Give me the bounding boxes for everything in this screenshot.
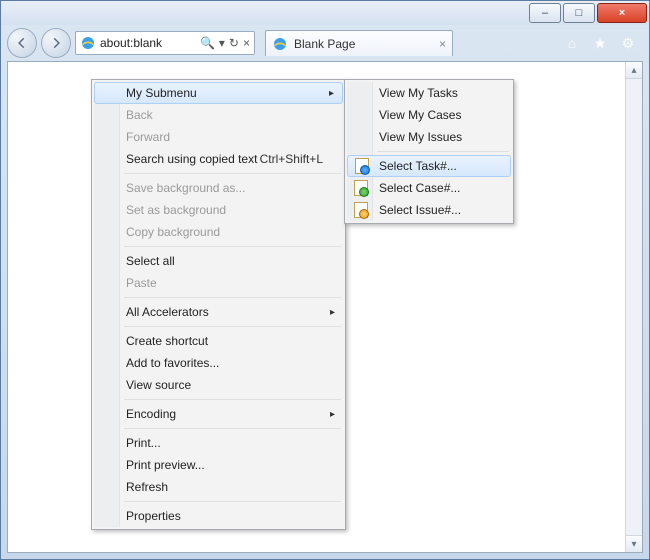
menu-item-refresh[interactable]: Refresh (94, 476, 343, 498)
back-button[interactable] (7, 28, 37, 58)
menu-label: Refresh (126, 480, 168, 494)
menu-item-forward: Forward (94, 126, 343, 148)
tab-close-icon[interactable]: × (439, 37, 446, 51)
home-icon[interactable]: ⌂ (563, 34, 581, 52)
menu-label: Forward (126, 130, 170, 144)
close-icon: × (619, 8, 625, 19)
submenu-item-select-task[interactable]: Select Task#... (347, 155, 511, 177)
menu-item-properties[interactable]: Properties (94, 505, 343, 527)
submenu-item-my-tasks[interactable]: View My Tasks (347, 82, 511, 104)
menu-label: Create shortcut (126, 334, 208, 348)
menu-item-print-preview[interactable]: Print preview... (94, 454, 343, 476)
menu-separator (124, 399, 341, 400)
forward-button[interactable] (41, 28, 71, 58)
menu-label: Set as background (126, 203, 226, 217)
menu-separator (124, 501, 341, 502)
tab-icon (272, 36, 288, 52)
address-controls: 🔍 ▾ ↻ × (200, 36, 250, 50)
case-icon (352, 179, 370, 197)
search-icon[interactable]: 🔍 (200, 36, 215, 50)
address-bar[interactable]: about:blank 🔍 ▾ ↻ × (75, 31, 255, 55)
menu-separator (124, 173, 341, 174)
menu-label: Properties (126, 509, 181, 523)
minimize-icon: – (542, 8, 548, 19)
menu-label: Paste (126, 276, 157, 290)
menu-label: Select all (126, 254, 175, 268)
menu-separator (124, 428, 341, 429)
menu-item-all-accelerators[interactable]: All Accelerators ▸ (94, 301, 343, 323)
tab-title: Blank Page (294, 37, 355, 51)
submenu-item-select-case[interactable]: Select Case#... (347, 177, 511, 199)
forward-arrow-icon (49, 36, 63, 50)
task-icon (353, 157, 371, 175)
menu-item-search-copied[interactable]: Search using copied text Ctrl+Shift+L (94, 148, 343, 170)
menu-label: View My Issues (379, 130, 462, 144)
menu-label: All Accelerators (126, 305, 209, 319)
navigation-toolbar: about:blank 🔍 ▾ ↻ × Blank Page × ⌂ ★ ⚙ (1, 25, 649, 61)
window-buttons: – □ × (527, 3, 647, 23)
minimize-button[interactable]: – (529, 3, 561, 23)
titlebar: – □ × (1, 1, 649, 25)
menu-label: Select Task#... (379, 159, 457, 173)
back-arrow-icon (15, 36, 29, 50)
menu-item-create-shortcut[interactable]: Create shortcut (94, 330, 343, 352)
scroll-up-icon[interactable]: ▴ (626, 62, 642, 79)
menu-item-encoding[interactable]: Encoding ▸ (94, 403, 343, 425)
refresh-icon[interactable]: ↻ (229, 36, 239, 50)
menu-label: View source (126, 378, 191, 392)
menu-item-select-all[interactable]: Select all (94, 250, 343, 272)
menu-label: View My Tasks (379, 86, 458, 100)
menu-label: Add to favorites... (126, 356, 219, 370)
menu-label: Encoding (126, 407, 176, 421)
submenu-item-select-issue[interactable]: Select Issue#... (347, 199, 511, 221)
tools-icon[interactable]: ⚙ (619, 34, 637, 52)
menu-label: Back (126, 108, 153, 122)
menu-item-add-favorites[interactable]: Add to favorites... (94, 352, 343, 374)
submenu-arrow-icon: ▸ (330, 307, 335, 318)
menu-separator (124, 297, 341, 298)
submenu-arrow-icon: ▸ (330, 409, 335, 420)
address-text: about:blank (100, 36, 196, 50)
maximize-icon: □ (576, 8, 583, 19)
menu-label: Select Case#... (379, 181, 460, 195)
menu-item-back: Back (94, 104, 343, 126)
command-bar: ⌂ ★ ⚙ (563, 34, 643, 52)
scroll-down-icon[interactable]: ▾ (626, 535, 642, 552)
menu-label: My Submenu (126, 86, 197, 100)
menu-label: Print preview... (126, 458, 205, 472)
menu-label: Print... (126, 436, 161, 450)
my-submenu: View My Tasks View My Cases View My Issu… (344, 79, 514, 224)
dropdown-icon[interactable]: ▾ (219, 36, 225, 50)
issue-icon (352, 201, 370, 219)
favorites-icon[interactable]: ★ (591, 34, 609, 52)
maximize-button[interactable]: □ (563, 3, 595, 23)
ie-logo-icon (80, 35, 96, 51)
menu-item-save-bg: Save background as... (94, 177, 343, 199)
menu-label: Search using copied text (126, 152, 257, 166)
submenu-item-my-issues[interactable]: View My Issues (347, 126, 511, 148)
vertical-scrollbar[interactable]: ▴ ▾ (625, 62, 642, 552)
menu-item-my-submenu[interactable]: My Submenu ▸ (94, 82, 343, 104)
close-button[interactable]: × (597, 3, 647, 23)
menu-shortcut: Ctrl+Shift+L (260, 152, 323, 166)
menu-item-print[interactable]: Print... (94, 432, 343, 454)
menu-separator (124, 326, 341, 327)
context-menu: My Submenu ▸ Back Forward Search using c… (91, 79, 346, 530)
tab-blank-page[interactable]: Blank Page × (265, 30, 453, 56)
menu-item-view-source[interactable]: View source (94, 374, 343, 396)
menu-item-set-bg: Set as background (94, 199, 343, 221)
menu-label: Save background as... (126, 181, 245, 195)
stop-icon[interactable]: × (243, 36, 250, 50)
menu-label: Select Issue#... (379, 203, 461, 217)
menu-item-copy-bg: Copy background (94, 221, 343, 243)
menu-separator (377, 151, 509, 152)
browser-window: – □ × about:blank 🔍 ▾ ↻ × (0, 0, 650, 560)
menu-label: View My Cases (379, 108, 461, 122)
submenu-arrow-icon: ▸ (329, 88, 334, 99)
menu-label: Copy background (126, 225, 220, 239)
menu-separator (124, 246, 341, 247)
submenu-item-my-cases[interactable]: View My Cases (347, 104, 511, 126)
menu-item-paste: Paste (94, 272, 343, 294)
